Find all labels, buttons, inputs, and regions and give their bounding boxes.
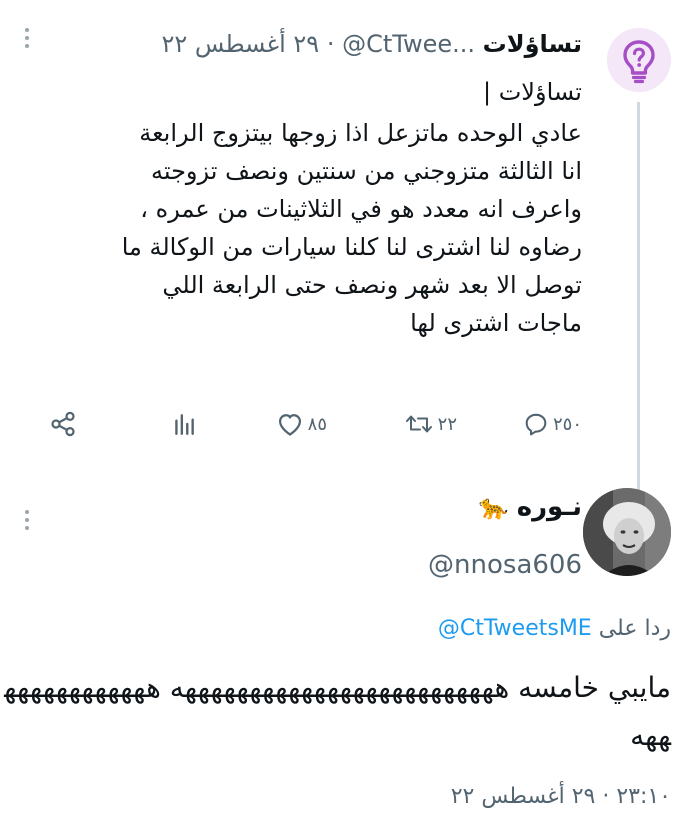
avatar[interactable]	[607, 28, 671, 92]
handle[interactable]: @CtTwee...	[342, 30, 475, 58]
handle[interactable]: @nnosa606	[428, 550, 582, 580]
avatar[interactable]	[583, 488, 671, 576]
tweet-text: مايبي خامسه هههههههههههههههههههههههههه ه…	[4, 671, 671, 752]
tweet-header: تساؤلات @CtTwee... · ٢٩ أغسطس ٢٢	[142, 26, 582, 62]
leopard-emoji-icon: 🐆	[478, 493, 509, 521]
replying-to: ردا على @CtTweetsME	[438, 616, 671, 641]
more-options-icon[interactable]	[24, 28, 30, 48]
tweet-text: عادي الوحده ماتزعل اذا زوجها بيتزوج الرا…	[121, 119, 582, 337]
retweet-icon	[405, 415, 432, 433]
profile-photo	[583, 488, 671, 576]
tweet-prefix: تساؤلات |	[483, 78, 582, 106]
display-name[interactable]: تساؤلات	[483, 30, 582, 58]
tweet-timestamp[interactable]: ٢٣:١٠ · ٢٩ أغسطس ٢٢	[451, 784, 671, 809]
replying-label: ردا على	[598, 616, 671, 641]
heart-icon	[278, 414, 301, 436]
tweet-date[interactable]: ٢٩ أغسطس ٢٢	[161, 30, 319, 58]
reply-count: ٢٥٠	[552, 413, 582, 435]
replying-handle-link[interactable]: @CtTweetsME	[438, 616, 592, 641]
tweet-actions: ٢٥٠ ٢٢ ٨٥	[22, 404, 582, 444]
reply-icon	[525, 413, 547, 436]
retweet-button[interactable]: ٢٢	[404, 404, 457, 444]
dot-separator: ·	[326, 30, 335, 58]
analytics-icon	[175, 414, 194, 435]
display-name[interactable]: نـوره	[517, 492, 582, 522]
reply-author: نـوره 🐆	[479, 492, 582, 522]
like-button[interactable]: ٨٥	[276, 404, 327, 444]
analytics-button[interactable]	[171, 404, 197, 444]
retweet-count: ٢٢	[437, 413, 457, 435]
thread-connector-line	[637, 102, 640, 490]
reply-button[interactable]: ٢٥٠	[523, 404, 582, 444]
more-options-icon[interactable]	[24, 510, 30, 530]
question-lightbulb-icon	[607, 28, 671, 92]
share-icon	[51, 411, 75, 437]
like-count: ٨٥	[307, 413, 327, 435]
share-button[interactable]	[49, 404, 77, 444]
